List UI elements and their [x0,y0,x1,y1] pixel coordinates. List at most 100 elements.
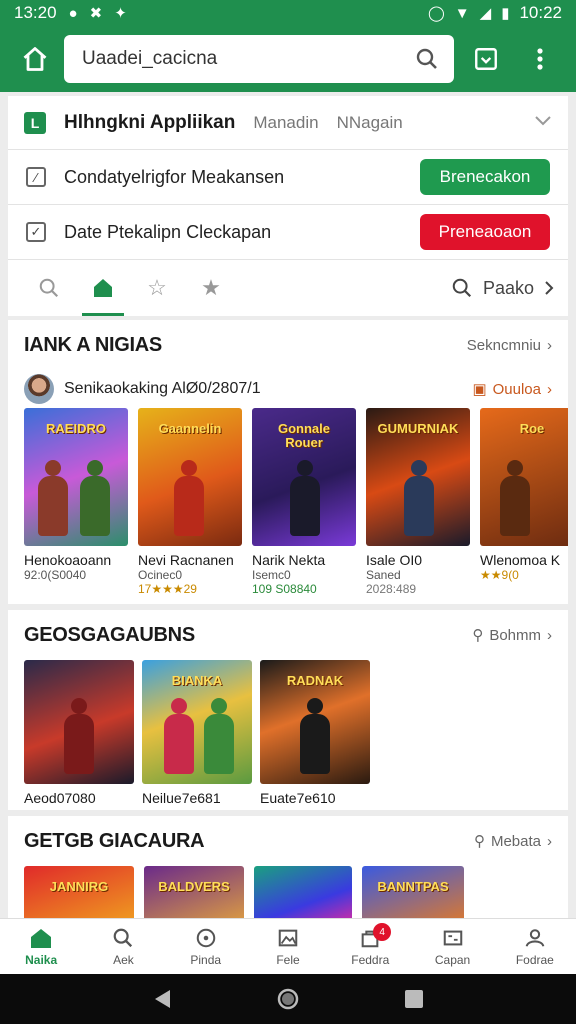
system-navigation-bar [0,974,576,1024]
game-card[interactable] [254,866,352,918]
star-outline-icon: ☆ [147,275,167,300]
see-more-link[interactable]: ⚲ Mebata › [473,832,552,851]
game-card[interactable]: JANNIRG [24,866,134,918]
option-checkbox-0[interactable]: ∕ [26,167,46,187]
search-input[interactable] [82,48,412,70]
tab-favorites[interactable]: ☆ [130,260,184,316]
section-games-2: GEOSGAGAUBNS ⚲ Bohmm › Aeod07080 BIANKA … [8,610,568,810]
back-icon[interactable] [152,988,172,1010]
search-icon [452,278,471,298]
game-card[interactable]: Gonnale Rouer Narik Nekta Isemc0 109 S08… [252,408,356,596]
game-name: Henokoaoann [24,552,112,568]
header-row: L Hlhngkni Appliikan Manadin NNagain [8,96,568,150]
status-time: 13:20 [14,3,57,22]
game-thumbnail: RAEIDRO [24,408,128,546]
overflow-menu-button[interactable] [518,36,562,82]
game-name: Aeod07080 [24,790,96,806]
search-button[interactable] [412,44,442,74]
game-card[interactable]: BIANKA Neilue7e681 [142,660,252,806]
collapse-button[interactable] [534,114,552,132]
game-name: Neilue7e681 [142,790,221,806]
see-more-label: Mebata [490,832,541,850]
top-card: L Hlhngkni Appliikan Manadin NNagain ∕ C… [8,96,568,316]
danger-action-button[interactable]: Preneaoaon [420,214,550,250]
search-icon: ⚲ [473,833,485,850]
tab-starred[interactable]: ★ [184,260,238,316]
game-art-title: RAEIDRO [46,421,106,436]
nav-item-explore[interactable]: Pinda [165,919,247,974]
wifi-icon: ▼ [454,4,470,22]
game-meta: 92:0(S0040 [24,568,87,582]
developer-text: Senikaokaking AlØ0/2807/1 [64,380,261,397]
recents-icon[interactable] [404,989,424,1009]
game-meta: Saned [366,568,401,582]
nav-item-cards[interactable]: Capan [411,919,493,974]
tab-search[interactable] [22,260,76,316]
tab-nnagain[interactable]: NNagain [337,113,403,133]
game-thumbnail [254,866,352,918]
game-meta: Ocinec0 [138,568,183,582]
nav-label: Naika [25,953,58,967]
more-vert-icon [537,48,543,70]
section-title: GETGB GIACAURA [24,829,205,852]
nav-label: Fele [276,953,300,967]
game-thumbnail: BANNTPAS [362,866,464,918]
install-button[interactable] [464,36,508,82]
game-card[interactable]: RAEIDRO Henokoaoann 92:0(S0040 [24,408,128,596]
bookmark-icon: ▣ [472,381,487,398]
game-card[interactable]: BALDVERS [144,866,244,918]
search-icon [39,278,59,298]
nav-item-updates[interactable]: 4 Feddra [329,919,411,974]
download-box-icon [475,48,497,70]
game-thumbnail: JANNIRG [24,866,134,918]
tab-right-link[interactable]: Paako [451,277,554,299]
game-card[interactable]: Roe Wlenomoa K ★★9(0 [480,408,568,596]
star-icon: ★ [201,275,221,300]
primary-action-button[interactable]: Brenecakon [420,159,550,195]
game-rating: ★★9(0 [480,568,519,582]
nav-item-home[interactable]: Naika [0,919,82,974]
see-more-link[interactable]: ⚲ Bohmm › [472,626,552,645]
icon-tab-bar: ☆ ★ Paako [8,260,568,316]
game-art-title: BANNTPAS [377,879,449,894]
tab-manadin[interactable]: Manadin [253,113,318,133]
game-name: Narik Nekta [252,552,326,568]
chevron-right-icon: › [547,380,552,398]
game-card[interactable]: GUMURNIAK Isale OI0 Saned 2028:489 [366,408,470,596]
chevron-right-icon [545,281,554,295]
battery-icon: ▮ [501,5,510,22]
developer-row: Senikaokaking AlØ0/2807/1 ▣ Ouuloa › [8,370,568,408]
alarm-icon: ◯ [427,5,445,22]
game-card[interactable]: Gaannelin Nevi Racnanen Ocinec0 17★★★29 [138,408,242,596]
developer-link[interactable]: ▣ Ouuloa › [472,380,552,399]
chevron-down-icon [535,115,551,125]
game-art-title: JANNIRG [49,879,109,894]
see-more-link[interactable]: Sekncmniu › [467,337,552,354]
search-icon [416,48,437,69]
action-row-0: ∕ Condatyelrigfor Meakansen Brenecakon [8,150,568,205]
developer-link-label: Ouuloa [492,380,541,398]
nav-item-search[interactable]: Aek [82,919,164,974]
game-card[interactable]: BANNTPAS [362,866,464,918]
game-thumbnail [24,660,134,784]
action-label: Date Ptekalipn Cleckapan [64,221,272,242]
home-button[interactable] [12,36,58,82]
nav-item-files[interactable]: Fele [247,919,329,974]
nav-label: Aek [113,953,134,967]
game-card-list: JANNIRG BALDVERS BANNTPAS [8,866,568,918]
section-title: IANK A NIGIAS [24,333,162,356]
app-logo-icon: L [24,111,46,134]
nav-item-profile[interactable]: Fodrae [494,919,576,974]
option-checkbox-1[interactable]: ✓ [26,222,46,242]
game-card-list: Aeod07080 BIANKA Neilue7e681 RADNAK Euat… [8,660,568,806]
home-circle-icon[interactable] [277,988,299,1010]
see-more-label: Sekncmniu [466,336,541,354]
game-art-title: Gaannelin [158,421,222,436]
status-bar: 13:20 ● ✖ ✦ ◯ ▼ ◢ ▮ 10:22 [0,0,576,26]
game-rating: 17★★★29 [138,582,197,596]
see-more-label: Bohmm [489,626,541,644]
tab-home[interactable] [76,260,130,316]
game-thumbnail: RADNAK [260,660,370,784]
game-card[interactable]: RADNAK Euate7e610 [260,660,370,806]
game-card[interactable]: Aeod07080 [24,660,134,806]
